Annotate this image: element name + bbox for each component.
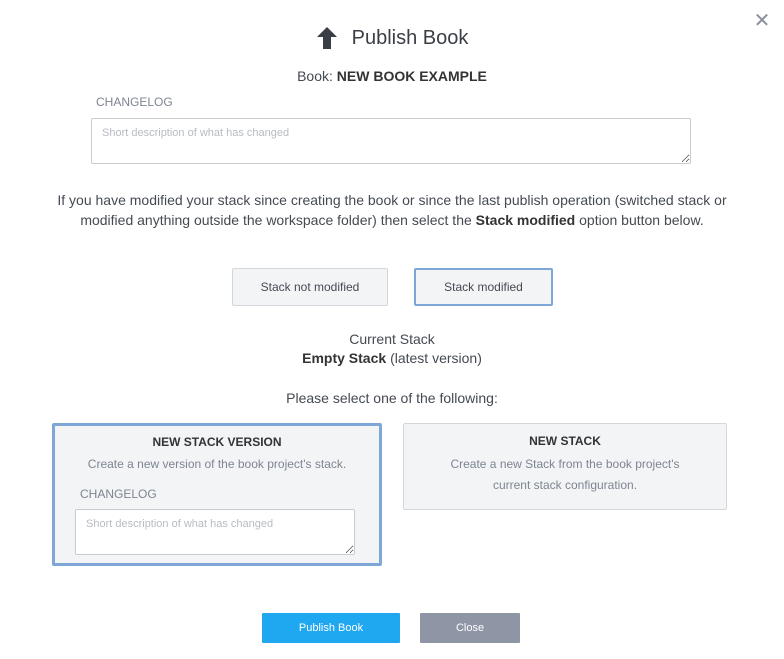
publish-book-button[interactable]: Publish Book: [262, 613, 400, 643]
current-stack-label: Current Stack: [349, 331, 435, 347]
select-prompt: Please select one of the following:: [286, 390, 498, 406]
current-stack-version: (latest version): [390, 350, 482, 366]
new-stack-version-title: NEW STACK VERSION: [152, 435, 282, 449]
book-name: NEW BOOK EXAMPLE: [336, 68, 487, 84]
new-stack-title: NEW STACK: [529, 434, 601, 448]
book-prefix: Book:: [297, 68, 333, 84]
changelog-label: CHANGELOG: [96, 95, 173, 109]
current-stack-name: Empty Stack: [302, 350, 387, 366]
new-stack-version-description: Create a new version of the book project…: [87, 457, 347, 471]
stack-info-text: If you have modified your stack since cr…: [57, 192, 727, 228]
arrow-up-icon: [316, 27, 337, 49]
new-stack-version-changelog-label: CHANGELOG: [80, 487, 157, 501]
dialog-header: Publish Book: [0, 26, 784, 50]
current-stack: Current Stack Empty Stack (latest versio…: [0, 330, 784, 368]
new-stack-version-changelog-input[interactable]: [75, 509, 355, 555]
new-stack-description: Create a new Stack from the book project…: [450, 457, 680, 492]
new-stack-version-card[interactable]: NEW STACK VERSION Create a new version o…: [52, 423, 382, 566]
book-line: Book: NEW BOOK EXAMPLE: [0, 68, 784, 84]
changelog-input[interactable]: [91, 118, 691, 164]
stack-modified-emphasis: Stack modified: [475, 212, 576, 228]
close-button[interactable]: Close: [420, 613, 520, 643]
stack-not-modified-button[interactable]: Stack not modified: [232, 268, 388, 306]
dialog-title: Publish Book: [351, 26, 469, 49]
new-stack-card[interactable]: NEW STACK Create a new Stack from the bo…: [403, 423, 727, 510]
stack-modified-button[interactable]: Stack modified: [414, 268, 553, 306]
